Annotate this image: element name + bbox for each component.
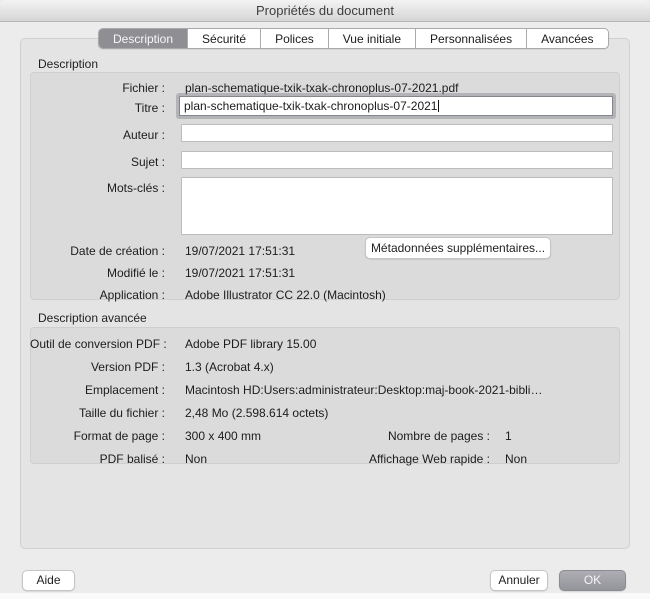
subject-input[interactable] bbox=[181, 151, 613, 169]
cancel-button[interactable]: Annuler bbox=[490, 570, 548, 591]
fast-web-view-label: Affichage Web rapide : bbox=[330, 451, 490, 467]
title-input[interactable]: plan-schematique-txik-txak-chronoplus-07… bbox=[179, 96, 613, 116]
tab-avancees[interactable]: Avancées bbox=[527, 29, 607, 48]
modified-date-value: 19/07/2021 17:51:31 bbox=[185, 265, 295, 281]
tagged-pdf-label: PDF balisé : bbox=[30, 451, 175, 467]
location-value: Macintosh HD:Users:administrateur:Deskto… bbox=[185, 382, 542, 398]
tab-description[interactable]: Description bbox=[99, 29, 188, 48]
keywords-field-label: Mots-clés : bbox=[30, 180, 175, 196]
page-size-value: 300 x 400 mm bbox=[185, 428, 261, 444]
creation-date-label: Date de création : bbox=[30, 243, 175, 259]
pdf-version-value: 1.3 (Acrobat 4.x) bbox=[185, 359, 274, 375]
additional-metadata-button[interactable]: Métadonnées supplémentaires... bbox=[365, 237, 551, 259]
file-size-label: Taille du fichier : bbox=[30, 405, 175, 421]
page-size-label: Format de page : bbox=[30, 428, 175, 444]
help-button[interactable]: Aide bbox=[22, 570, 75, 591]
modified-date-label: Modifié le : bbox=[30, 265, 175, 281]
location-label: Emplacement : bbox=[30, 382, 175, 398]
author-field-label: Auteur : bbox=[30, 127, 175, 143]
ok-button[interactable]: OK bbox=[559, 570, 626, 591]
title-input-text: plan-schematique-txik-txak-chronoplus-07… bbox=[184, 99, 437, 113]
description-section-label: Description bbox=[38, 57, 98, 71]
author-input[interactable] bbox=[181, 124, 613, 142]
creation-date-value: 19/07/2021 17:51:31 bbox=[185, 243, 295, 259]
page-count-value: 1 bbox=[505, 428, 512, 444]
title-bar: Propriétés du document bbox=[0, 0, 650, 22]
pdf-producer-value: Adobe PDF library 15.00 bbox=[185, 336, 316, 352]
page-count-label: Nombre de pages : bbox=[330, 428, 490, 444]
document-properties-dialog: Propriétés du document Description Sécur… bbox=[0, 0, 650, 599]
pdf-version-label: Version PDF : bbox=[30, 359, 175, 375]
window-bottom-edge bbox=[0, 593, 650, 599]
text-caret bbox=[438, 100, 439, 112]
file-size-value: 2,48 Mo (2.598.614 octets) bbox=[185, 405, 328, 421]
application-value: Adobe Illustrator CC 22.0 (Macintosh) bbox=[185, 287, 386, 303]
title-field-label: Titre : bbox=[30, 100, 175, 116]
advanced-section-label: Description avancée bbox=[38, 311, 147, 325]
tab-personnalisees[interactable]: Personnalisées bbox=[416, 29, 527, 48]
keywords-textarea[interactable] bbox=[181, 177, 613, 235]
tab-vue-initiale[interactable]: Vue initiale bbox=[329, 29, 416, 48]
dialog-title: Propriétés du document bbox=[256, 3, 394, 18]
tab-polices[interactable]: Polices bbox=[261, 29, 329, 48]
subject-field-label: Sujet : bbox=[30, 154, 175, 170]
file-label: Fichier : bbox=[30, 80, 175, 96]
tab-securite[interactable]: Sécurité bbox=[188, 29, 261, 48]
fast-web-view-value: Non bbox=[505, 451, 527, 467]
pdf-producer-label: Outil de conversion PDF : bbox=[30, 336, 175, 352]
tab-bar: Description Sécurité Polices Vue initial… bbox=[98, 28, 609, 49]
application-label: Application : bbox=[30, 287, 175, 303]
file-value: plan-schematique-txik-txak-chronoplus-07… bbox=[185, 80, 458, 96]
tagged-pdf-value: Non bbox=[185, 451, 207, 467]
